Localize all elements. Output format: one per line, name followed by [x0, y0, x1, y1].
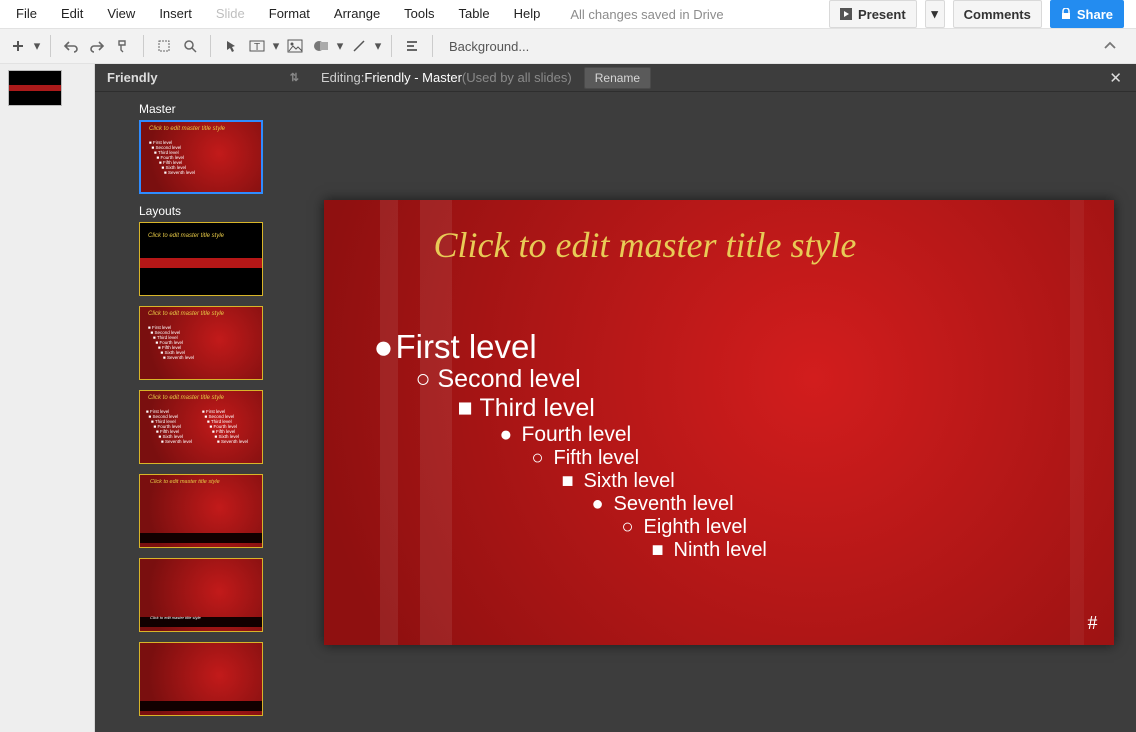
- save-status: All changes saved in Drive: [552, 7, 723, 22]
- master-thumbnail[interactable]: Click to edit master title style ■ First…: [139, 120, 263, 194]
- paint-format-button[interactable]: [111, 34, 135, 58]
- separator: [210, 35, 211, 57]
- sort-icon[interactable]: ⇅: [290, 71, 299, 84]
- select-tool[interactable]: [219, 34, 243, 58]
- master-panel-header[interactable]: Friendly ⇅: [95, 64, 311, 92]
- zoom-button[interactable]: [178, 34, 202, 58]
- layout-thumbnail[interactable]: Click to edit master title style: [139, 474, 263, 548]
- level-1: ●First level: [374, 328, 767, 366]
- thumb-body: ■ First level ■ Second level ■ Third lev…: [148, 325, 194, 360]
- redo-button[interactable]: [85, 34, 109, 58]
- filmstrip: [0, 64, 95, 732]
- master-panel: Friendly ⇅ Master Click to edit master t…: [95, 64, 311, 732]
- shape-tool[interactable]: [309, 34, 333, 58]
- menu-help[interactable]: Help: [502, 0, 553, 28]
- menu-bar: File Edit View Insert Slide Format Arran…: [0, 0, 1136, 28]
- layouts-section-label: Layouts: [139, 204, 301, 218]
- share-label: Share: [1077, 7, 1113, 22]
- close-master-button[interactable]: ✕: [1105, 65, 1126, 91]
- master-section-label: Master: [139, 102, 301, 116]
- workspace: Friendly ⇅ Master Click to edit master t…: [0, 64, 1136, 732]
- svg-text:T: T: [254, 42, 260, 53]
- textbox-dropdown[interactable]: ▾: [271, 34, 281, 58]
- menu-table[interactable]: Table: [447, 0, 502, 28]
- undo-button[interactable]: [59, 34, 83, 58]
- thumb-title: Click to edit master title style: [148, 311, 258, 317]
- menu-format[interactable]: Format: [257, 0, 322, 28]
- separator: [143, 35, 144, 57]
- new-slide-button[interactable]: [6, 34, 30, 58]
- thumb-body: ■ First level ■ Second level ■ Third lev…: [149, 140, 195, 175]
- textbox-tool[interactable]: T: [245, 34, 269, 58]
- separator: [432, 35, 433, 57]
- thumb-body: ■ First level ■ Second level ■ Third lev…: [146, 409, 192, 444]
- layout-thumbnail[interactable]: Click to edit master title style ■ First…: [139, 390, 263, 464]
- line-dropdown[interactable]: ▾: [373, 34, 383, 58]
- zoom-fit-button[interactable]: [152, 34, 176, 58]
- level-9: ■Ninth level: [652, 539, 767, 562]
- layout-thumbnail[interactable]: Click to edit master title style: [139, 222, 263, 296]
- toolbar: ▾ T ▾ ▾ ▾ Background...: [0, 28, 1136, 64]
- menu-file[interactable]: File: [4, 0, 49, 28]
- separator: [391, 35, 392, 57]
- rename-button[interactable]: Rename: [584, 67, 651, 89]
- present-button[interactable]: Present: [829, 0, 917, 28]
- decorative-bar: [1070, 200, 1084, 645]
- master-slide[interactable]: Click to edit master title style ●First …: [324, 200, 1114, 645]
- body-placeholder[interactable]: ●First level○Second level■Third level●Fo…: [374, 328, 767, 563]
- level-6: ■Sixth level: [562, 470, 767, 493]
- caret-down-icon: ▾: [931, 6, 938, 22]
- separator: [50, 35, 51, 57]
- editor-bar: Editing: Friendly - Master (Used by all …: [311, 64, 1136, 92]
- level-8: ○Eighth level: [622, 516, 767, 539]
- present-label: Present: [858, 7, 906, 22]
- lock-icon: [1061, 8, 1071, 20]
- editing-used: (Used by all slides): [462, 70, 572, 85]
- theme-name: Friendly: [107, 70, 158, 85]
- shape-dropdown[interactable]: ▾: [335, 34, 345, 58]
- editing-prefix: Editing:: [321, 70, 364, 85]
- menu-edit[interactable]: Edit: [49, 0, 95, 28]
- layout-thumbnail[interactable]: Click to edit master title style ■ First…: [139, 306, 263, 380]
- layout-thumbnail[interactable]: Click to edit master title style: [139, 558, 263, 632]
- image-tool[interactable]: [283, 34, 307, 58]
- canvas-wrap: Click to edit master title style ●First …: [311, 92, 1136, 732]
- thumb-title: Click to edit master title style: [150, 615, 258, 620]
- thumb-title: Click to edit master title style: [148, 233, 258, 239]
- editor-area: Editing: Friendly - Master (Used by all …: [311, 64, 1136, 732]
- title-placeholder[interactable]: Click to edit master title style: [434, 224, 857, 266]
- play-icon: [840, 8, 852, 20]
- thumb-title: Click to edit master title style: [148, 395, 258, 401]
- menu-arrange[interactable]: Arrange: [322, 0, 392, 28]
- new-slide-dropdown[interactable]: ▾: [32, 34, 42, 58]
- level-5: ○Fifth level: [532, 447, 767, 470]
- level-3: ■Third level: [458, 394, 767, 423]
- align-tool[interactable]: [400, 34, 424, 58]
- level-2: ○Second level: [416, 365, 767, 394]
- page-number-placeholder[interactable]: #: [1088, 612, 1098, 635]
- thumb-title: Click to edit master title style: [150, 479, 258, 485]
- collapse-toolbar-button[interactable]: [1098, 34, 1122, 58]
- share-button[interactable]: Share: [1050, 0, 1124, 28]
- present-dropdown[interactable]: ▾: [925, 0, 945, 28]
- slide-thumbnail[interactable]: [8, 70, 62, 106]
- layout-thumbnail[interactable]: [139, 642, 263, 716]
- level-4: ●Fourth level: [500, 423, 767, 447]
- comments-button[interactable]: Comments: [953, 0, 1042, 28]
- editing-name: Friendly - Master: [364, 70, 462, 85]
- menu-insert[interactable]: Insert: [147, 0, 204, 28]
- thumb-title: Click to edit master title style: [149, 126, 257, 132]
- level-7: ●Seventh level: [592, 493, 767, 516]
- menu-view[interactable]: View: [95, 0, 147, 28]
- menu-tools[interactable]: Tools: [392, 0, 446, 28]
- line-tool[interactable]: [347, 34, 371, 58]
- thumb-body: ■ First level ■ Second level ■ Third lev…: [202, 409, 248, 444]
- background-button[interactable]: Background...: [449, 39, 529, 54]
- menu-slide[interactable]: Slide: [204, 0, 257, 28]
